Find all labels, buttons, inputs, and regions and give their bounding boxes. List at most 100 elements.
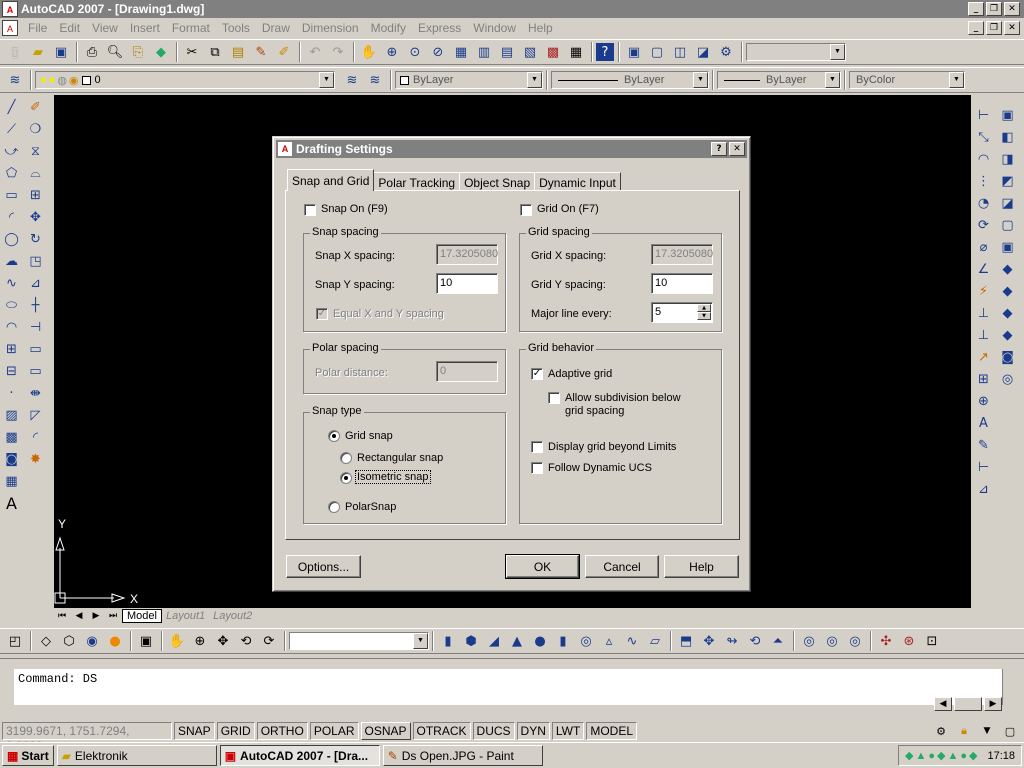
quick-leader-icon[interactable]: ↗ xyxy=(973,346,995,368)
line-icon[interactable]: ╱ xyxy=(1,96,23,118)
ne-iso-icon[interactable]: ◆ xyxy=(997,302,1019,324)
menu-draw[interactable]: Draw xyxy=(256,21,296,35)
baseline-icon[interactable]: ⊥ xyxy=(973,302,995,324)
help-icon[interactable]: ? xyxy=(596,43,614,61)
extrude-icon[interactable]: ⬒ xyxy=(675,630,697,652)
tolerance-icon[interactable]: ⊞ xyxy=(973,368,995,390)
continuous-orbit-icon[interactable]: ⟳ xyxy=(258,630,280,652)
toolbar-lock-icon[interactable]: 🔒︎ xyxy=(955,722,973,740)
bottom-view-icon[interactable]: ◨ xyxy=(997,148,1019,170)
workspace-combo[interactable]: ▼ xyxy=(746,43,846,61)
dim-edit-icon[interactable]: A xyxy=(973,412,995,434)
workspace-icon-1[interactable]: ▣ xyxy=(623,41,645,63)
doc-close-button[interactable]: ✕ xyxy=(1004,21,1020,35)
status-ducs[interactable]: DUCS xyxy=(472,722,515,740)
se-iso-icon[interactable]: ◆ xyxy=(997,280,1019,302)
revolve-icon[interactable]: ⟲ xyxy=(744,630,766,652)
pyramid-icon[interactable]: ▵ xyxy=(598,630,620,652)
tab-polar-tracking[interactable]: Polar Tracking xyxy=(373,172,461,191)
sweep-icon[interactable]: ↬ xyxy=(721,630,743,652)
mirror-icon[interactable]: ⧖ xyxy=(25,140,47,162)
sphere-icon[interactable]: ◉ xyxy=(81,630,103,652)
linear-dim-icon[interactable]: ⊢ xyxy=(973,104,995,126)
menu-view[interactable]: View xyxy=(86,21,124,35)
point-icon[interactable]: · xyxy=(1,382,23,404)
menu-window[interactable]: Window xyxy=(467,21,522,35)
first-tab-icon[interactable]: ⏮ xyxy=(54,609,70,623)
scroll-left-icon[interactable]: ◀ xyxy=(934,697,952,711)
trim-icon[interactable]: ┼ xyxy=(25,294,47,316)
design-center-icon[interactable]: ▥ xyxy=(473,41,495,63)
offset-icon[interactable]: ⌓ xyxy=(25,162,47,184)
help-button[interactable]: Help xyxy=(664,555,739,578)
redo-icon[interactable]: ↷ xyxy=(327,41,349,63)
doc-minimize-button[interactable]: _ xyxy=(968,21,984,35)
status-grid[interactable]: GRID xyxy=(216,722,255,740)
status-ortho[interactable]: ORTHO xyxy=(256,722,308,740)
workspace-icon-3[interactable]: ◫ xyxy=(669,41,691,63)
3d-box-icon[interactable]: ⬡ xyxy=(58,630,80,652)
status-polar[interactable]: POLAR xyxy=(309,722,359,740)
scroll-thumb[interactable] xyxy=(954,697,982,711)
zoom-window-icon[interactable]: ⊙ xyxy=(404,41,426,63)
command-line[interactable]: Command: DS xyxy=(14,669,1002,689)
menu-express[interactable]: Express xyxy=(412,21,467,35)
angular-icon[interactable]: ∠ xyxy=(973,258,995,280)
status-lwt[interactable]: LWT xyxy=(551,722,585,740)
display-beyond-limits-checkbox[interactable] xyxy=(531,441,543,453)
block-editor-icon[interactable]: ✐ xyxy=(273,41,295,63)
array-icon[interactable]: ⊞ xyxy=(25,184,47,206)
tray-icons[interactable]: ◆▲●◆▲●◆ xyxy=(905,749,979,762)
prev-tab-icon[interactable]: ◀ xyxy=(71,609,87,623)
rectangle-icon[interactable]: ▭ xyxy=(1,184,23,206)
status-osnap[interactable]: OSNAP xyxy=(360,722,411,740)
grid-snap-radio[interactable] xyxy=(328,430,340,442)
layer-combo[interactable]: ● ● ◍ ◉ 0 ▼ xyxy=(35,71,335,89)
lineweight-combo[interactable]: ByLayer ▼ xyxy=(717,71,841,89)
make-block-icon[interactable]: ⊟ xyxy=(1,360,23,382)
open-icon[interactable]: ▰ xyxy=(27,41,49,63)
grid-x-field[interactable]: 17.3205080 xyxy=(651,244,713,265)
layer-manager-icon[interactable]: ≋ xyxy=(4,69,26,91)
cancel-button[interactable]: Cancel xyxy=(585,555,659,578)
revcloud-icon[interactable]: ☁ xyxy=(1,250,23,272)
workspace-icon-2[interactable]: ▢ xyxy=(646,41,668,63)
task-paint[interactable]: ✎ Ds Open.JPG - Paint xyxy=(382,745,543,766)
presspull-icon[interactable]: ✥ xyxy=(698,630,720,652)
status-dyn[interactable]: DYN xyxy=(516,722,550,740)
3d-rotate-icon[interactable]: ⊛ xyxy=(898,630,920,652)
center-mark-icon[interactable]: ⊕ xyxy=(973,390,995,412)
circle-icon[interactable]: ◯ xyxy=(1,228,23,250)
snap-x-field[interactable]: 17.3205080 xyxy=(436,244,498,265)
dim-text-edit-icon[interactable]: ✎ xyxy=(973,434,995,456)
coordinates-readout[interactable]: 3199.9671, 1751.7294, 0.0000 xyxy=(2,722,172,753)
doc-restore-button[interactable]: ❐ xyxy=(986,21,1002,35)
mtext-icon[interactable]: A xyxy=(1,492,23,514)
view-combo[interactable]: ▼ xyxy=(289,632,429,650)
polarsnap-radio[interactable] xyxy=(328,501,340,513)
follow-dynamic-ucs-checkbox[interactable] xyxy=(531,462,543,474)
tab-object-snap[interactable]: Object Snap xyxy=(459,172,536,191)
command-hscroll[interactable]: ◀ ▶ xyxy=(934,697,1004,713)
front-view-icon[interactable]: ▢ xyxy=(997,214,1019,236)
layer-previous-icon[interactable]: ≋ xyxy=(364,69,386,91)
snap-y-field[interactable]: 10 xyxy=(436,273,498,294)
plotstyle-combo[interactable]: ByColor ▼ xyxy=(849,71,965,89)
undo-icon[interactable]: ↶ xyxy=(304,41,326,63)
restore-button[interactable]: ❐ xyxy=(986,2,1002,16)
pan-3d-icon[interactable]: ✋ xyxy=(166,630,188,652)
ordinate-icon[interactable]: ⋮ xyxy=(973,170,995,192)
radius-icon[interactable]: ◔ xyxy=(973,192,995,214)
arc-icon[interactable]: ◜ xyxy=(1,206,23,228)
major-line-spinner[interactable]: ▲ ▼ xyxy=(697,304,711,321)
region-icon[interactable]: ◙ xyxy=(1,448,23,470)
pan-icon[interactable]: ✋ xyxy=(358,41,380,63)
tool-palettes-icon[interactable]: ▤ xyxy=(496,41,518,63)
rectangular-snap-radio[interactable] xyxy=(340,452,352,464)
new-icon[interactable]: ▯ xyxy=(4,41,26,63)
join-icon[interactable]: ⇼ xyxy=(25,382,47,404)
match-properties-icon[interactable]: ✎ xyxy=(250,41,272,63)
free-orbit-icon[interactable]: ⟲ xyxy=(235,630,257,652)
communication-center-icon[interactable]: ⚙ xyxy=(932,722,950,740)
allow-subdivision-checkbox[interactable] xyxy=(548,392,560,404)
